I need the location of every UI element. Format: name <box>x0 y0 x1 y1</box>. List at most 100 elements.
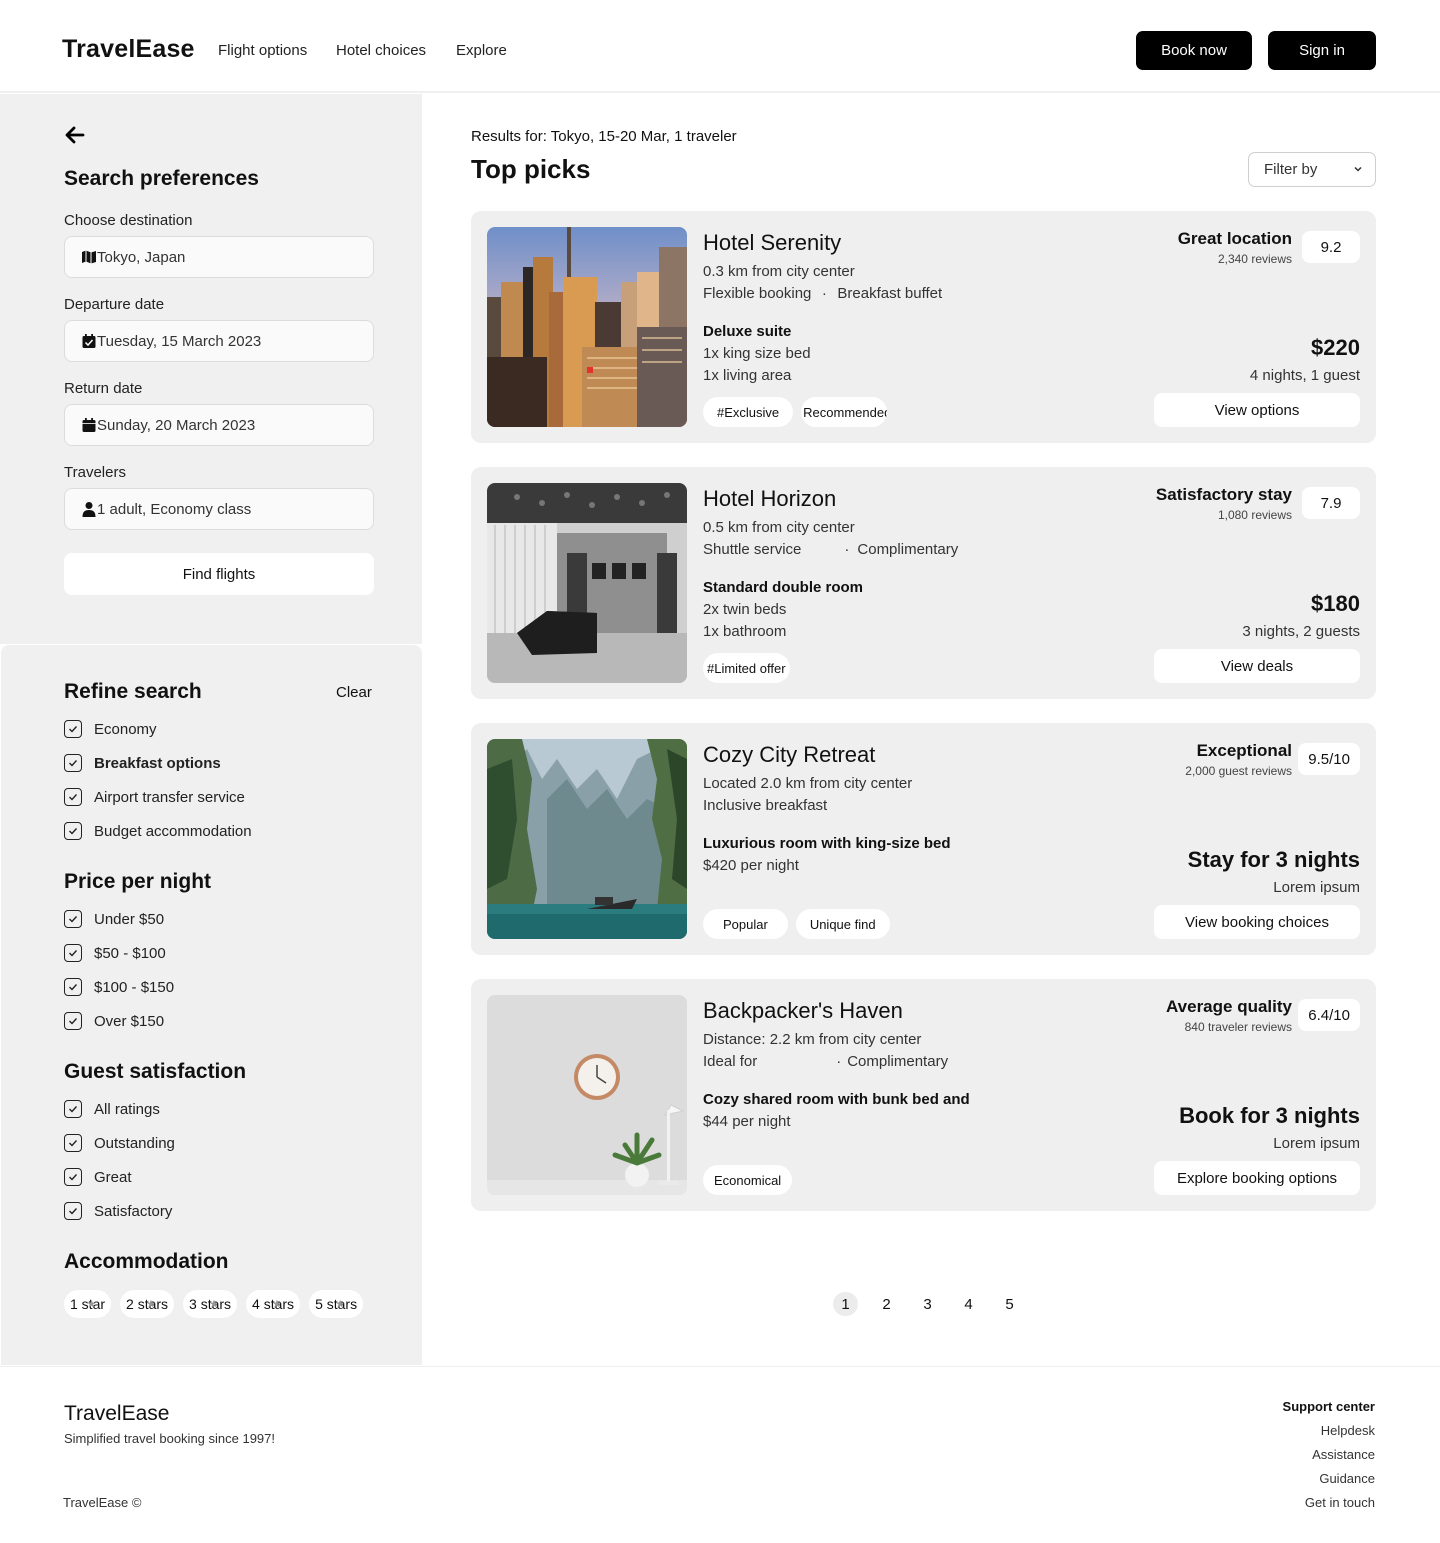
hotel-features: Ideal for · Complimentary <box>703 1053 948 1070</box>
travelers-value: 1 adult, Economy class <box>97 500 252 518</box>
book-now-button[interactable]: Book now <box>1136 31 1252 70</box>
star-icon: ★ <box>146 1298 156 1311</box>
feature-1: Shuttle service <box>703 541 802 558</box>
checkbox-label: Great <box>94 1168 132 1186</box>
check-icon <box>64 822 82 840</box>
accommodation-title: Accommodation <box>64 1250 229 1273</box>
hotel-photo-city-skyline[interactable] <box>487 227 687 427</box>
hotel-name[interactable]: Hotel Horizon <box>703 486 836 512</box>
brand-logo[interactable]: TravelEase <box>62 35 195 64</box>
page-3-button[interactable]: 3 <box>915 1292 940 1316</box>
feature-1: Ideal for <box>703 1053 758 1070</box>
checkbox-label: Airport transfer service <box>94 788 245 806</box>
room-detail-1: $420 per night <box>703 857 799 874</box>
return-label: Return date <box>64 380 143 397</box>
check-icon <box>64 1134 82 1152</box>
rating-label: Great location <box>1177 229 1292 248</box>
hotel-photo-lake-cliffs[interactable] <box>487 739 687 939</box>
tag-recommended: Recommended <box>801 397 888 427</box>
link-helpdesk[interactable]: Helpdesk <box>1283 1423 1375 1447</box>
find-flights-button[interactable]: Find flights <box>64 553 374 595</box>
checkbox-breakfast-options[interactable]: Breakfast options <box>64 754 221 772</box>
travelers-label: Travelers <box>64 464 126 481</box>
feature-2: Breakfast buffet <box>837 285 943 302</box>
return-date-field[interactable]: Sunday, 20 March 2023 <box>64 404 374 446</box>
link-guidance[interactable]: Guidance <box>1283 1471 1375 1495</box>
footer-brand[interactable]: TravelEase <box>64 1402 169 1426</box>
hotel-name[interactable]: Cozy City Retreat <box>703 742 875 768</box>
tag-unique-find: Unique find <box>795 909 890 939</box>
room-type: Luxurious room with king-size bed <box>703 835 951 852</box>
explore-booking-options-button[interactable]: Explore booking options <box>1154 1161 1360 1195</box>
tag-economical: Economical <box>703 1165 793 1195</box>
feature-1: Inclusive breakfast <box>703 797 828 814</box>
star-filter-1[interactable]: 1 star ★ <box>64 1290 112 1318</box>
view-options-button[interactable]: View options <box>1154 393 1360 427</box>
calendar-icon <box>81 417 97 433</box>
hotel-price: Stay for 3 nights <box>1187 847 1360 872</box>
checkbox-label: Breakfast options <box>94 754 221 772</box>
check-icon <box>64 1168 82 1186</box>
star-filter-4[interactable]: 4 stars ★ <box>246 1290 301 1318</box>
review-count: 2,000 guest reviews <box>1185 764 1292 778</box>
link-get-in-touch[interactable]: Get in touch <box>1283 1495 1375 1519</box>
travelers-field[interactable]: 1 adult, Economy class <box>64 488 374 530</box>
view-booking-choices-button[interactable]: View booking choices <box>1154 905 1360 939</box>
tag-limited-offer: #Limited offer <box>703 653 790 683</box>
support-links: Support center Helpdesk Assistance Guida… <box>1283 1399 1375 1519</box>
hotel-name[interactable]: Hotel Serenity <box>703 230 841 256</box>
checkbox-satisfactory[interactable]: Satisfactory <box>64 1202 172 1220</box>
link-assistance[interactable]: Assistance <box>1283 1447 1375 1471</box>
hotel-photo-lobby[interactable] <box>487 483 687 683</box>
nav-flight-options[interactable]: Flight options <box>218 42 307 59</box>
checkbox-price-under-50[interactable]: Under $50 <box>64 910 164 928</box>
checkbox-economy[interactable]: Economy <box>64 720 157 738</box>
hotel-card: Hotel Serenity 0.3 km from city center F… <box>471 211 1376 443</box>
page-2-button[interactable]: 2 <box>874 1292 899 1316</box>
checkbox-label: All ratings <box>94 1100 160 1118</box>
destination-field[interactable]: Tokyo, Japan <box>64 236 374 278</box>
departure-date-field[interactable]: Tuesday, 15 March 2023 <box>64 320 374 362</box>
room-detail-1: 1x king size bed <box>703 345 811 362</box>
sign-in-button[interactable]: Sign in <box>1268 31 1376 70</box>
checkbox-price-50-100[interactable]: $50 - $100 <box>64 944 166 962</box>
feature-2: Complimentary <box>847 1053 949 1070</box>
star-rating-filter: 1 star ★ 2 stars ★ 3 stars ★ 4 stars ★ 5 sta… <box>64 1290 364 1318</box>
star-filter-5[interactable]: 5 stars ★ <box>309 1290 364 1318</box>
page-5-button[interactable]: 5 <box>997 1292 1022 1316</box>
rating-score: 9.2 <box>1302 231 1360 263</box>
checkbox-outstanding[interactable]: Outstanding <box>64 1134 175 1152</box>
rating-label: Exceptional <box>1196 741 1292 760</box>
filter-dropdown[interactable]: Filter by <box>1248 152 1376 187</box>
checkbox-price-100-150[interactable]: $100 - $150 <box>64 978 174 996</box>
pagination: 1 2 3 4 5 <box>833 1292 1022 1316</box>
star-filter-2[interactable]: 2 stars ★ <box>120 1290 175 1318</box>
hotel-card: Backpacker's Haven Distance: 2.2 km from… <box>471 979 1376 1211</box>
checkbox-airport-transfer[interactable]: Airport transfer service <box>64 788 245 806</box>
room-detail-2: 1x bathroom <box>703 623 787 640</box>
checkbox-great[interactable]: Great <box>64 1168 132 1186</box>
checkbox-price-over-150[interactable]: Over $150 <box>64 1012 164 1030</box>
checkbox-all-ratings[interactable]: All ratings <box>64 1100 160 1118</box>
star-icon: ★ <box>272 1298 282 1311</box>
refine-search-title: Refine search <box>64 680 202 703</box>
price-details: 4 nights, 1 guest <box>1249 367 1360 384</box>
site-footer <box>0 1366 1440 1543</box>
view-deals-button[interactable]: View deals <box>1154 649 1360 683</box>
user-icon <box>81 501 97 517</box>
checkbox-budget-accommodation[interactable]: Budget accommodation <box>64 822 252 840</box>
hotel-photo-room-clock[interactable] <box>487 995 687 1195</box>
page-4-button[interactable]: 4 <box>956 1292 981 1316</box>
nav-hotel-choices[interactable]: Hotel choices <box>336 42 426 59</box>
hotel-price: Book for 3 nights <box>1179 1103 1360 1128</box>
feature-2: Complimentary <box>857 541 959 558</box>
nav-explore[interactable]: Explore <box>456 42 507 59</box>
page-1-button[interactable]: 1 <box>833 1292 858 1316</box>
checkbox-label: Over $150 <box>94 1012 165 1030</box>
page-title: Top picks <box>471 154 591 184</box>
tag-exclusive: #Exclusive <box>703 397 794 427</box>
clear-filters-button[interactable]: Clear <box>336 684 372 701</box>
star-filter-3[interactable]: 3 stars ★ <box>183 1290 238 1318</box>
arrow-left-icon[interactable] <box>64 124 86 146</box>
hotel-name[interactable]: Backpacker's Haven <box>703 998 903 1024</box>
